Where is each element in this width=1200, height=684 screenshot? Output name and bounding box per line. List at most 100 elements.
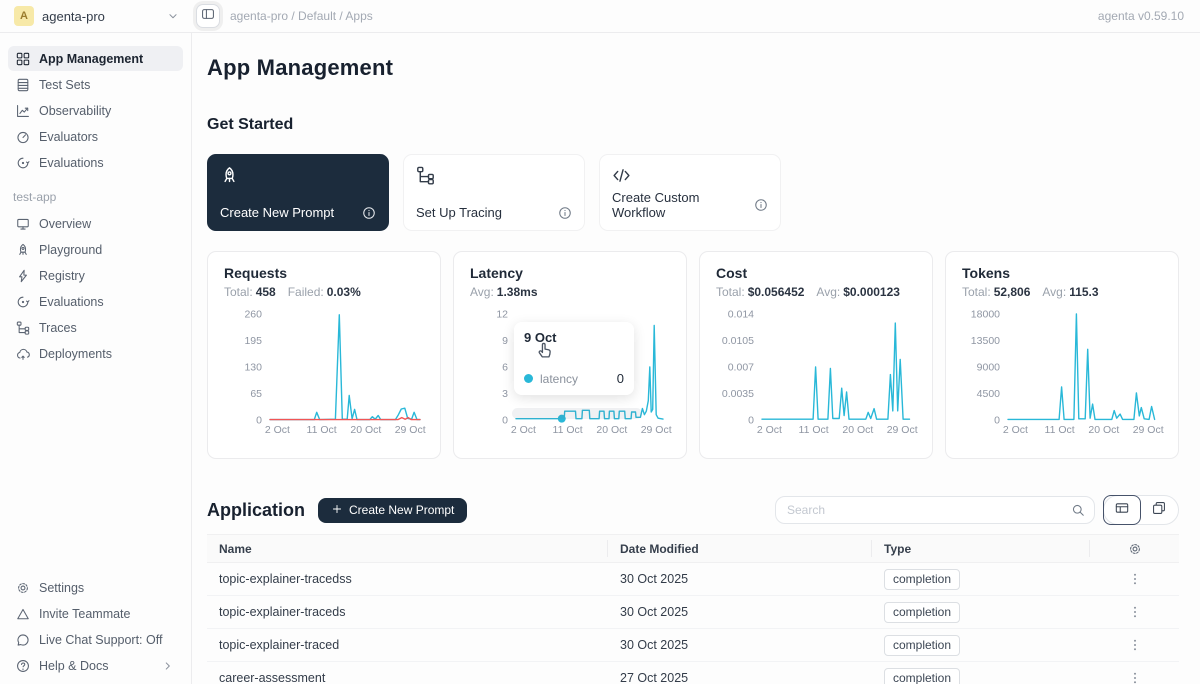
create-new-prompt-button[interactable]: Create New Prompt [318, 498, 467, 523]
sidebar-item-live-chat-support[interactable]: Live Chat Support: Off [8, 627, 183, 652]
sidebar-item-evaluators[interactable]: Evaluators [8, 124, 183, 149]
row-menu-icon[interactable] [1090, 671, 1179, 684]
tooltip-series-label: latency [540, 372, 578, 386]
svg-text:6: 6 [502, 362, 508, 374]
sidebar-item-invite-teammate[interactable]: Invite Teammate [8, 601, 183, 626]
svg-text:29 Oct: 29 Oct [395, 424, 426, 436]
sidebar-item-evaluations[interactable]: Evaluations [8, 150, 183, 175]
chart-stats: Avg:1.38ms [470, 285, 670, 299]
gear-icon [16, 581, 30, 595]
svg-text:0.0105: 0.0105 [722, 335, 754, 347]
card-view-button[interactable] [1140, 496, 1178, 524]
svg-text:29 Oct: 29 Oct [1133, 424, 1164, 436]
column-header-type[interactable]: Type [872, 540, 1090, 557]
sidebar-item-observability[interactable]: Observability [8, 98, 183, 123]
column-header-name[interactable]: Name [207, 540, 608, 557]
row-menu-icon[interactable] [1090, 572, 1179, 586]
sidebar-toggle-button[interactable] [196, 4, 220, 28]
create-new-prompt-card[interactable]: Create New Prompt [207, 154, 389, 231]
sidebar-item-test-sets[interactable]: Test Sets [8, 72, 183, 97]
set-up-tracing-card[interactable]: Set Up Tracing [403, 154, 585, 231]
sidebar-item-traces[interactable]: Traces [8, 315, 183, 340]
sidebar-item-settings[interactable]: Settings [8, 575, 183, 600]
info-icon[interactable] [754, 198, 768, 212]
sidebar-item-registry[interactable]: Registry [8, 263, 183, 288]
svg-text:20 Oct: 20 Oct [842, 424, 873, 436]
svg-text:12: 12 [496, 309, 508, 321]
chart-title: Requests [224, 265, 424, 281]
app-name: topic-explainer-tracedss [207, 572, 608, 586]
workspace-name: agenta-pro [42, 9, 158, 24]
card-label: Create Custom Workflow [612, 190, 754, 220]
mouse-cursor-icon [534, 340, 553, 359]
table-row[interactable]: topic-explainer-tracedss 30 Oct 2025 com… [207, 563, 1179, 596]
get-started-cards: Create New Prompt Set Up Tracing Create … [207, 154, 1179, 231]
application-title: Application [207, 500, 305, 521]
svg-text:2 Oct: 2 Oct [1003, 424, 1028, 436]
sidebar-item-label: Evaluators [39, 130, 98, 144]
sidebar-item-label: Observability [39, 104, 111, 118]
svg-text:0: 0 [256, 415, 262, 427]
page-title: App Management [207, 55, 1179, 81]
sidebar-item-label: Deployments [39, 347, 112, 361]
table-view-icon [1115, 501, 1129, 520]
main-content: App Management Get Started Create New Pr… [192, 33, 1200, 684]
tokens-chart-card: Tokens Total:52,806 Avg:115.3 1800013500… [945, 251, 1179, 459]
sidebar-item-app-evaluations[interactable]: Evaluations [8, 289, 183, 314]
card-label: Create New Prompt [220, 205, 334, 220]
triangle-icon [16, 607, 30, 621]
sidebar-item-playground[interactable]: Playground [8, 237, 183, 262]
card-view-icon [1152, 501, 1166, 520]
cost-line-chart: 0.0140.01050.0070.003502 Oct11 Oct20 Oct… [716, 302, 922, 438]
chart-title: Cost [716, 265, 916, 281]
column-header-date-modified[interactable]: Date Modified [608, 540, 872, 557]
search-icon[interactable] [1071, 503, 1085, 517]
svg-text:2 Oct: 2 Oct [757, 424, 782, 436]
svg-text:13500: 13500 [971, 335, 1000, 347]
tree-icon [16, 321, 30, 335]
panel-left-icon [201, 7, 215, 26]
code-icon [612, 166, 768, 185]
sidebar-item-help-docs[interactable]: Help & Docs [8, 653, 183, 678]
bolt-icon [16, 269, 30, 283]
info-icon[interactable] [362, 206, 376, 220]
sidebar-item-deployments[interactable]: Deployments [8, 341, 183, 366]
chat-bubble-icon [16, 633, 30, 647]
sidebar-item-app-management[interactable]: App Management [8, 46, 183, 71]
table-view-button[interactable] [1103, 495, 1141, 525]
chevron-right-icon [161, 659, 175, 673]
search-input[interactable] [787, 503, 1071, 517]
sidebar-item-label: Evaluations [39, 295, 104, 309]
sidebar-section-label: test-app [13, 190, 183, 204]
table-icon [16, 78, 30, 92]
type-badge: completion [884, 668, 960, 684]
workspace-selector[interactable]: A agenta-pro [0, 6, 192, 26]
table-row[interactable]: topic-explainer-traceds 30 Oct 2025 comp… [207, 596, 1179, 629]
rocket-icon [220, 166, 376, 185]
info-icon[interactable] [558, 206, 572, 220]
svg-text:11 Oct: 11 Oct [553, 424, 583, 436]
svg-text:20 Oct: 20 Oct [350, 424, 381, 436]
workspace-avatar: A [14, 6, 34, 26]
tooltip-value: 0 [617, 371, 624, 386]
svg-text:29 Oct: 29 Oct [887, 424, 918, 436]
svg-text:11 Oct: 11 Oct [799, 424, 829, 436]
svg-text:18000: 18000 [971, 309, 1000, 321]
refresh-circle-icon [16, 156, 30, 170]
svg-text:0: 0 [994, 415, 1000, 427]
table-row[interactable]: topic-explainer-traced 30 Oct 2025 compl… [207, 629, 1179, 662]
sidebar-footer: Settings Invite Teammate Live Chat Suppo… [8, 575, 183, 679]
svg-text:0: 0 [502, 415, 508, 427]
svg-text:2 Oct: 2 Oct [265, 424, 290, 436]
chart-stats: Total:52,806 Avg:115.3 [962, 285, 1162, 299]
sidebar-item-label: Overview [39, 217, 91, 231]
view-toggle [1103, 495, 1179, 525]
create-custom-workflow-card[interactable]: Create Custom Workflow [599, 154, 781, 231]
row-menu-icon[interactable] [1090, 638, 1179, 652]
row-menu-icon[interactable] [1090, 605, 1179, 619]
table-row[interactable]: career-assessment 27 Oct 2025 completion [207, 662, 1179, 684]
sidebar-item-overview[interactable]: Overview [8, 211, 183, 236]
column-settings-icon[interactable] [1090, 542, 1179, 556]
plus-icon [331, 503, 343, 518]
latency-chart-card: Latency Avg:1.38ms 1296302 Oct11 Oct20 O… [453, 251, 687, 459]
